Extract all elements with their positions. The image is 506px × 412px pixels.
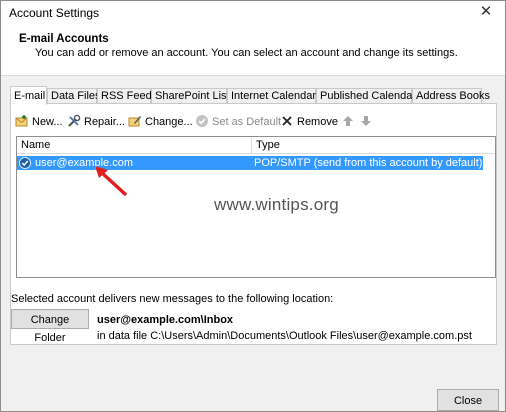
arrow-up-icon	[343, 116, 353, 126]
change-button[interactable]: Change...	[128, 114, 193, 130]
delivery-location-text: Selected account delivers new messages t…	[11, 293, 334, 305]
remove-button[interactable]: Remove	[280, 114, 338, 130]
delivery-folder: user@example.com\Inbox	[97, 314, 234, 326]
change-label: Change...	[145, 116, 193, 128]
new-account-icon	[15, 115, 28, 127]
set-as-default-label: Set as Default	[212, 116, 282, 128]
tab-email[interactable]: E-mail	[10, 86, 47, 105]
tab-published-calendars[interactable]: Published Calendars	[316, 88, 422, 103]
remove-x-icon	[282, 116, 292, 126]
close-window-icon[interactable]: ✕	[473, 1, 499, 23]
default-account-check-icon	[19, 157, 31, 169]
tab-rss-feeds[interactable]: RSS Feeds	[97, 88, 157, 103]
tab-internet-calendars[interactable]: Internet Calendars	[227, 88, 322, 103]
header-title: E-mail Accounts	[19, 33, 109, 45]
window-title: Account Settings	[9, 6, 100, 20]
account-settings-window: Account Settings ✕ E-mail Accounts You c…	[0, 0, 506, 412]
repair-label: Repair...	[84, 116, 125, 128]
check-circle-icon	[196, 115, 208, 127]
move-down-button[interactable]	[359, 114, 376, 130]
account-row[interactable]: user@example.com POP/SMTP (send from thi…	[17, 156, 483, 170]
tab-data-files[interactable]: Data Files	[47, 88, 101, 103]
remove-label: Remove	[297, 116, 338, 128]
change-account-icon	[128, 116, 141, 127]
header-description: You can add or remove an account. You ca…	[35, 47, 458, 59]
new-label: New...	[32, 116, 63, 128]
arrow-down-icon	[361, 116, 371, 126]
new-button[interactable]: New...	[15, 114, 63, 130]
repair-button[interactable]: Repair...	[67, 114, 125, 130]
repair-tools-icon	[68, 114, 81, 127]
column-header-name[interactable]: Name	[17, 137, 251, 154]
tab-sharepoint-lists[interactable]: SharePoint Lists	[151, 88, 235, 103]
title-bar: Account Settings ✕	[1, 1, 505, 25]
set-as-default-button[interactable]: Set as Default	[195, 114, 281, 130]
header-panel: E-mail Accounts You can add or remove an…	[1, 25, 505, 76]
account-type: POP/SMTP (send from this account by defa…	[254, 157, 483, 169]
data-file-path: in data file C:\Users\Admin\Documents\Ou…	[97, 330, 472, 342]
move-up-button[interactable]	[341, 114, 358, 130]
close-button[interactable]: Close	[437, 389, 499, 411]
change-folder-button[interactable]: Change Folder	[11, 309, 89, 344]
column-header-type[interactable]: Type	[252, 137, 495, 154]
tab-address-books[interactable]: Address Books	[412, 88, 490, 103]
red-pointer-arrow-icon	[95, 166, 127, 196]
watermark-text: www.wintips.org	[214, 195, 339, 214]
